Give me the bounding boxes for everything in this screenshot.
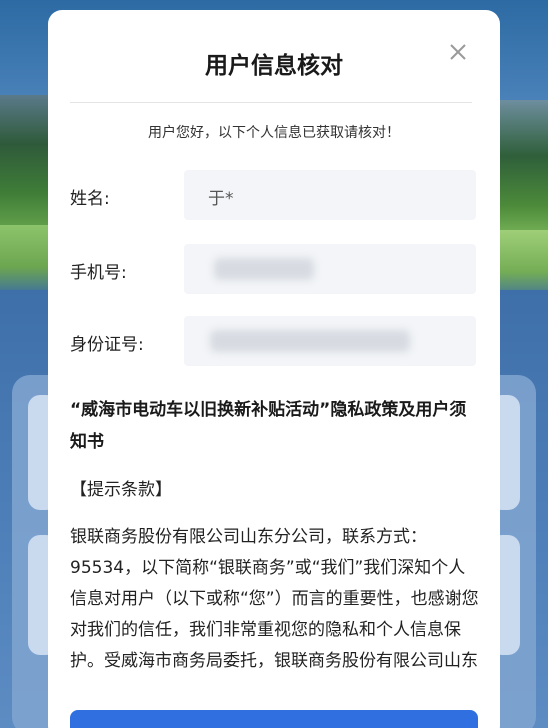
title-divider xyxy=(70,102,472,103)
terms-heading: 【提示条款】 xyxy=(70,480,172,500)
id-number-field xyxy=(184,316,476,366)
policy-body-text: 银联商务股份有限公司山东分公司，联系方式：95534，以下简称“银联商务”或“我… xyxy=(70,527,479,671)
dialog-title: 用户信息核对 xyxy=(205,53,343,79)
name-field: 于* xyxy=(184,170,476,220)
phone-label: 手机号: xyxy=(70,263,127,283)
name-label: 姓名: xyxy=(70,189,110,209)
policy-title: “威海市电动车以旧换新补贴活动”隐私政策及用户须知书 xyxy=(70,400,467,452)
id-number-label: 身份证号: xyxy=(70,335,144,355)
verify-notice: 用户您好，以下个人信息已获取请核对！ xyxy=(148,125,400,141)
user-info-dialog: 用户信息核对 用户您好，以下个人信息已获取请核对！ 姓名: 于* 手机号: 身份… xyxy=(48,10,500,728)
phone-field xyxy=(184,244,476,294)
phone-redaction xyxy=(214,258,314,280)
name-value: 于* xyxy=(208,189,234,209)
id-number-redaction xyxy=(210,330,410,352)
confirm-button[interactable] xyxy=(70,710,478,728)
close-icon[interactable] xyxy=(446,40,470,64)
hill-right xyxy=(495,100,548,240)
